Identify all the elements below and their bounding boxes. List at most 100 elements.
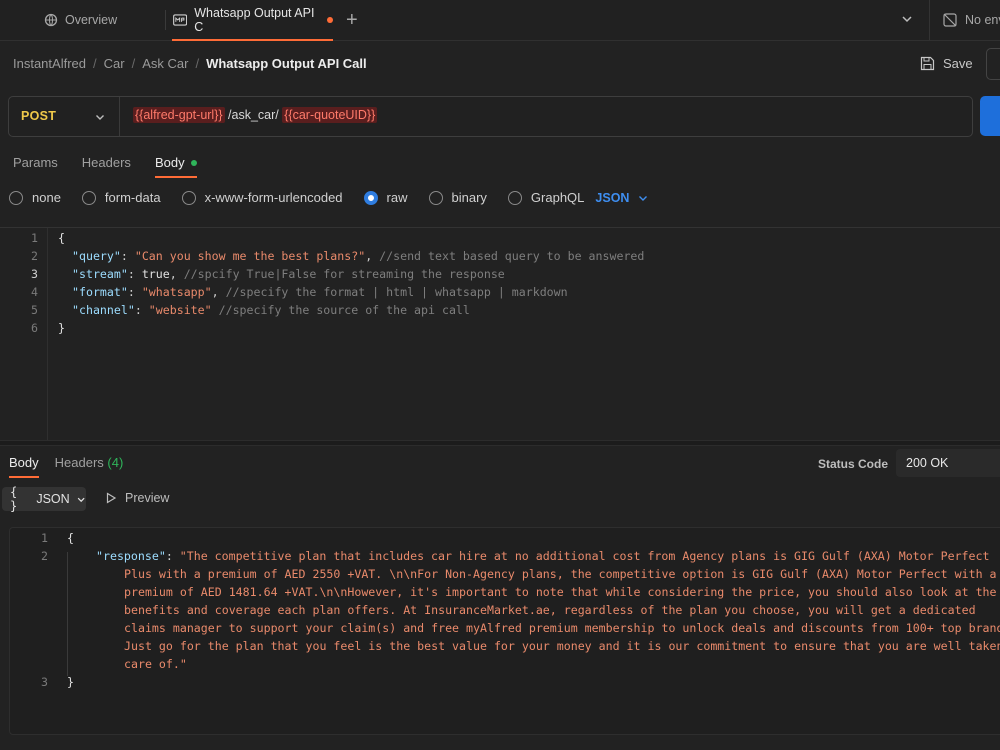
tab-headers[interactable]: Headers: [82, 155, 131, 170]
save-button[interactable]: Save: [920, 56, 973, 71]
radio-form-data-label: form-data: [104, 190, 161, 205]
radio-none-label: none: [32, 190, 61, 205]
tab-request-active[interactable]: Whatsapp Output API C: [172, 0, 333, 41]
tab-body[interactable]: Body: [154, 155, 197, 178]
code-line: "stream": true, //spcify True|False for …: [72, 267, 505, 281]
play-icon: [106, 492, 117, 504]
breadcrumb: InstantAlfred / Car / Ask Car / Whatsapp…: [13, 56, 367, 71]
tab-params[interactable]: Params: [13, 155, 58, 170]
overview-icon: [44, 13, 58, 27]
body-indicator-dot: [190, 159, 197, 166]
braces-icon: { }: [10, 485, 18, 513]
response-body-viewer[interactable]: 1 2 3 { "response": "The competitive pla…: [9, 527, 1000, 735]
method-selector[interactable]: POST: [21, 109, 56, 123]
preview-button[interactable]: Preview: [105, 491, 169, 505]
json-string: "The competitive plan that includes car …: [179, 549, 990, 563]
radio-binary[interactable]: binary: [428, 190, 487, 205]
radio-raw-label: raw: [386, 190, 408, 205]
code-line-wrapped: Plus with a premium of AED 2550 +VAT. \n…: [124, 567, 997, 581]
body-type-options: none form-data x-www-form-urlencoded raw…: [9, 190, 649, 205]
line-number: 5: [31, 303, 38, 317]
line-number-gutter: 1 2 3: [10, 528, 58, 734]
response-tab-headers[interactable]: Headers (4): [55, 455, 124, 470]
code-line-wrapped: premium of AED 1481.64 +VAT.\n\nHowever,…: [124, 585, 997, 599]
code-line: }: [58, 321, 65, 335]
code-comment: //specify the format | html | whatsapp |…: [225, 285, 568, 299]
url-bar: POST {{alfred-gpt-url}} /ask_car/ {{car-…: [8, 96, 973, 137]
status-code-label: Status Code: [818, 457, 889, 471]
radio-graphql-label: GraphQL: [530, 190, 585, 205]
line-number: 6: [31, 321, 38, 335]
share-button[interactable]: [986, 48, 1000, 80]
radio-circle[interactable]: [428, 190, 443, 205]
radio-circle-selected[interactable]: [363, 190, 378, 205]
environment-label: No env: [965, 13, 1000, 27]
json-key: "response": [96, 549, 166, 563]
response-format-selector[interactable]: { } JSON: [2, 485, 86, 513]
radio-circle[interactable]: [81, 190, 96, 205]
radio-urlencoded-label: x-www-form-urlencoded: [204, 190, 343, 205]
json-string: "website": [148, 303, 212, 317]
radio-none[interactable]: none: [9, 190, 61, 205]
json-string: "Can you show me the best plans?": [134, 249, 366, 263]
code-comment: //send text based query to be answered: [379, 249, 645, 263]
send-button[interactable]: [980, 96, 1000, 136]
radio-circle[interactable]: [9, 190, 23, 205]
code-comment: //specify the source of the api call: [218, 303, 470, 317]
breadcrumb-item-subfolder[interactable]: Ask Car: [142, 56, 188, 71]
request-icon: [173, 14, 188, 26]
status-code-value: 200 OK: [896, 449, 1000, 477]
json-key: "format": [72, 285, 128, 299]
response-tab-body[interactable]: Body: [9, 455, 39, 478]
headers-count-badge: (4): [107, 455, 124, 470]
chevron-down-icon[interactable]: [94, 111, 106, 123]
json-key: "stream": [72, 267, 128, 281]
raw-format-selector[interactable]: JSON: [595, 191, 649, 205]
url-variable-base[interactable]: {{alfred-gpt-url}}: [133, 107, 225, 123]
radio-graphql[interactable]: GraphQL: [507, 190, 585, 205]
code-line: {: [67, 531, 74, 545]
save-icon: [920, 56, 935, 71]
response-tab-headers-label: Headers: [54, 455, 104, 470]
env-separator: [929, 0, 930, 40]
new-tab-plus-icon[interactable]: +: [346, 10, 358, 30]
request-body-editor[interactable]: 1 2 3 4 5 6 { "query": "Can you show me …: [0, 227, 1000, 441]
request-name[interactable]: Whatsapp Output API Call: [206, 56, 367, 71]
preview-label: Preview: [125, 491, 170, 505]
tab-overview[interactable]: Overview: [44, 0, 117, 40]
url-input[interactable]: {{alfred-gpt-url}} /ask_car/ {{car-quote…: [133, 107, 378, 123]
radio-raw[interactable]: raw: [363, 190, 408, 205]
breadcrumb-item-folder[interactable]: Car: [104, 56, 125, 71]
line-number: 4: [31, 285, 38, 299]
environment-selector[interactable]: No env: [943, 0, 1000, 40]
line-number: 3: [41, 675, 48, 689]
chevron-down-icon[interactable]: [900, 12, 914, 26]
line-number: 1: [41, 531, 48, 545]
breadcrumb-slash: /: [195, 56, 200, 71]
breadcrumb-slash: /: [93, 56, 97, 71]
line-number-gutter: 1 2 3 4 5 6: [0, 228, 48, 441]
no-environment-icon: [943, 13, 957, 27]
url-variable-uid[interactable]: {{car-quoteUID}}: [282, 107, 378, 123]
request-tabs: Params Headers Body: [13, 155, 197, 178]
tab-separator: [165, 10, 166, 30]
tab-body-label: Body: [154, 155, 185, 170]
tab-overview-label: Overview: [65, 13, 118, 27]
radio-circle[interactable]: [507, 190, 522, 205]
response-tabs: Body Headers (4): [9, 455, 124, 478]
panel-resize-handle[interactable]: [0, 440, 1000, 446]
code-line-wrapped: claims manager to support your claim(s) …: [124, 621, 1000, 635]
code-line-wrapped: benefits and coverage each plan offers. …: [124, 603, 976, 617]
code-line: }: [67, 675, 74, 689]
code-line: "query": "Can you show me the best plans…: [72, 249, 645, 263]
chevron-down-icon: [77, 497, 85, 502]
radio-urlencoded[interactable]: x-www-form-urlencoded: [181, 190, 343, 205]
line-number: 2: [31, 249, 38, 263]
radio-form-data[interactable]: form-data: [81, 190, 161, 205]
radio-circle[interactable]: [181, 190, 196, 205]
code-line: "format": "whatsapp", //specify the form…: [72, 285, 568, 299]
breadcrumb-item-workspace[interactable]: InstantAlfred: [13, 56, 86, 71]
unsaved-dot: [327, 17, 333, 23]
tab-bar: Overview Whatsapp Output API C + No env: [0, 0, 1000, 41]
raw-format-label: JSON: [595, 190, 630, 205]
